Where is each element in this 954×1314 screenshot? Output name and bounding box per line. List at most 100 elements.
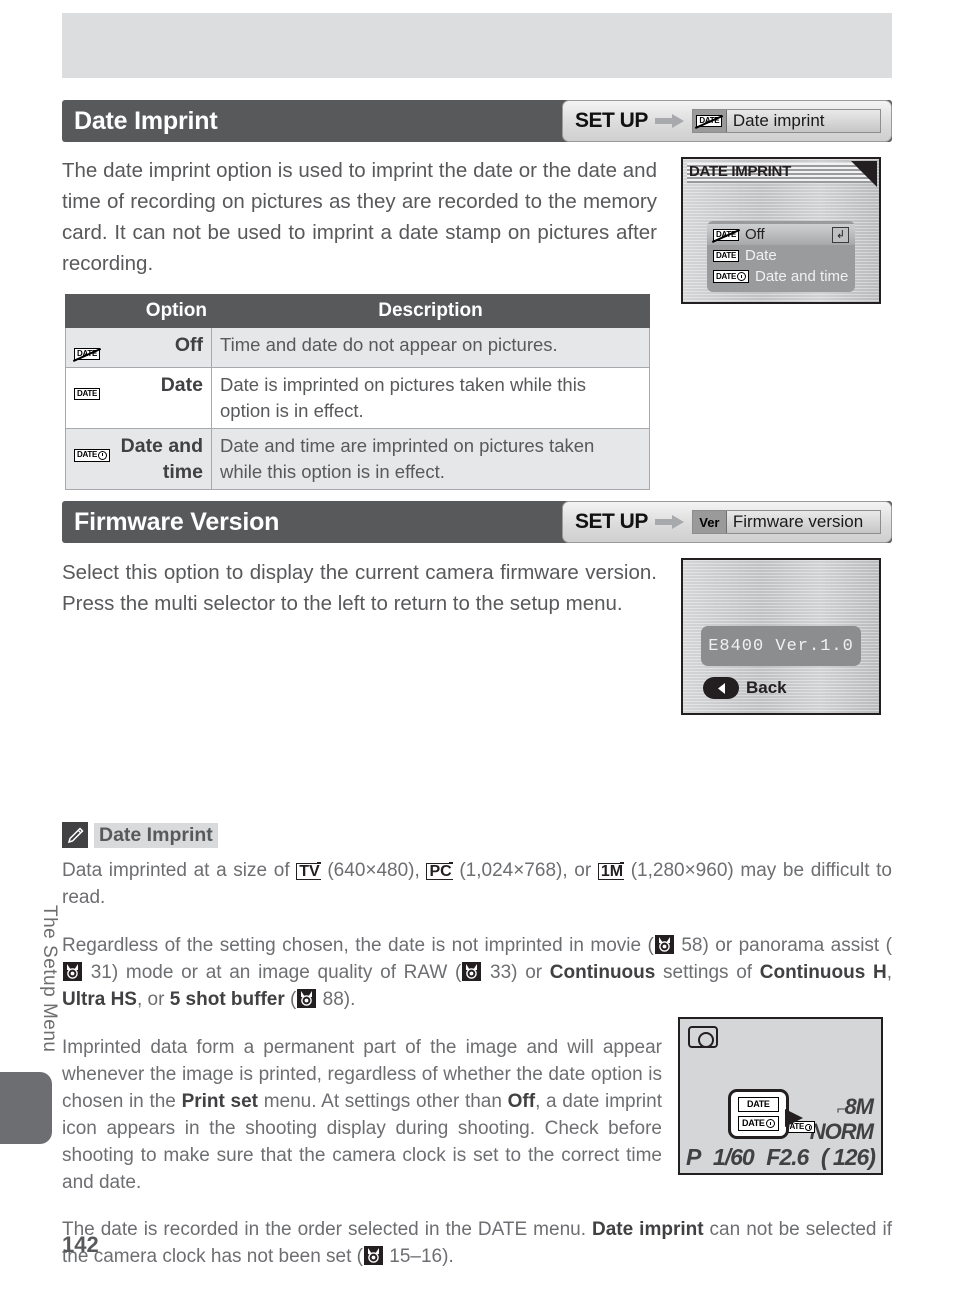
lcd-menu-item-date[interactable]: DATE Date bbox=[707, 245, 855, 266]
menu-name: SET UP bbox=[575, 109, 648, 132]
option-label: Date and time bbox=[120, 435, 203, 483]
aperture-value: F2.6 bbox=[766, 1144, 809, 1170]
arrow-right-icon bbox=[654, 113, 685, 129]
page-reference-icon bbox=[654, 935, 674, 954]
exposure-mode: P bbox=[686, 1144, 701, 1170]
left-arrow-icon bbox=[703, 677, 739, 699]
page-reference: 33 bbox=[461, 962, 511, 983]
lcd-corner-fold-icon bbox=[851, 161, 877, 187]
lcd-screenshot-date-imprint: DATE IMPRINT DATE Off ↲ DATE Date DATE D… bbox=[681, 157, 881, 304]
callout-bubble: DATE DATE bbox=[728, 1089, 803, 1139]
firmware-version-value: E8400 Ver.1.0 bbox=[701, 626, 861, 666]
section-header-firmware-version: Firmware Version SET UP Ver Firmware ver… bbox=[62, 501, 892, 543]
options-table: Option Description DATE Off Time and dat… bbox=[65, 294, 650, 490]
date-icon: DATE bbox=[738, 1097, 779, 1112]
image-size-icon: 1M bbox=[597, 862, 625, 880]
page-title: Date Imprint bbox=[74, 106, 218, 135]
image-size-label: ⌐8M bbox=[836, 1094, 874, 1119]
date-off-icon: DATE bbox=[74, 337, 100, 363]
lcd-back-control[interactable]: Back bbox=[703, 677, 787, 699]
menu-name: SET UP bbox=[575, 510, 648, 533]
lcd-menu-list: DATE Off ↲ DATE Date DATE Date and time bbox=[707, 221, 855, 292]
note-paragraph-4: The date is recorded in the order select… bbox=[62, 1219, 892, 1267]
option-label: Off bbox=[174, 334, 203, 356]
cell-description-date-and-time: Date and time are imprinted on pictures … bbox=[211, 428, 650, 490]
image-quality-label: NORM bbox=[809, 1119, 874, 1144]
date-icon: DATE bbox=[713, 249, 739, 262]
section-date-imprint: Date Imprint SET UP DATE Date imprint Th… bbox=[62, 100, 892, 490]
cell-description-date: Date is imprinted on pictures taken whil… bbox=[211, 367, 650, 429]
column-header-description: Description bbox=[211, 294, 650, 328]
arrow-right-icon bbox=[654, 514, 685, 530]
section-body-date-imprint: The date imprint option is used to impri… bbox=[62, 159, 657, 275]
page-reference-icon bbox=[462, 962, 482, 981]
note-title: Date Imprint bbox=[94, 822, 218, 848]
page-number: 142 bbox=[62, 1232, 99, 1257]
page-reference: 88 bbox=[296, 989, 344, 1010]
image-size-icon: PC bbox=[426, 862, 453, 880]
date-off-icon: DATE bbox=[713, 228, 739, 241]
shooting-quality-indicators: ⌐8M NORM bbox=[809, 1094, 874, 1144]
emphasis-text: Continuous H bbox=[759, 962, 887, 983]
menu-item-label: Date imprint bbox=[732, 111, 825, 130]
enter-icon: ↲ bbox=[832, 226, 849, 243]
section-body-firmware-version: Select this option to display the curren… bbox=[62, 561, 657, 615]
section-firmware-version: Firmware Version SET UP Ver Firmware ver… bbox=[62, 501, 892, 715]
note-paragraph-2: Regardless of the setting chosen, the da… bbox=[62, 935, 892, 1010]
version-icon: Ver bbox=[692, 511, 727, 533]
table-row: DATE Off Time and date do not appear on … bbox=[65, 327, 650, 368]
page-title: Firmware Version bbox=[74, 507, 280, 536]
page-reference-icon bbox=[297, 989, 317, 1008]
cell-option-date: DATE Date bbox=[65, 367, 212, 429]
page-top-band bbox=[62, 13, 892, 78]
note-paragraph-1: Data imprinted at a size of TV (640×480)… bbox=[62, 860, 892, 908]
page-reference-icon bbox=[364, 1246, 383, 1265]
table-row: DATE Date and time Date and time are imp… bbox=[65, 428, 650, 490]
menu-path-badge-date-imprint: SET UP DATE Date imprint bbox=[562, 100, 892, 142]
note-header: Date Imprint bbox=[62, 822, 892, 848]
shutter-speed: 1/60 bbox=[712, 1144, 755, 1170]
section-side-label: The Setup Menu bbox=[39, 905, 60, 1053]
lcd-title: DATE IMPRINT bbox=[689, 163, 791, 180]
cell-description-off: Time and date do not appear on pictures. bbox=[211, 327, 650, 368]
section-header-date-imprint: Date Imprint SET UP DATE Date imprint bbox=[62, 100, 892, 142]
menu-item-label: Firmware version bbox=[732, 512, 864, 531]
cell-option-date-and-time: DATE Date and time bbox=[65, 428, 212, 490]
lcd-menu-item-label: Off bbox=[744, 226, 765, 243]
emphasis-text: Off bbox=[507, 1091, 536, 1112]
back-label: Back bbox=[746, 678, 787, 697]
lcd-menu-item-label: Date bbox=[744, 247, 777, 264]
menu-item-pill: Ver Firmware version bbox=[691, 510, 881, 534]
pencil-icon bbox=[62, 822, 88, 848]
option-label: Date bbox=[160, 374, 203, 396]
table-row: DATE Date Date is imprinted on pictures … bbox=[65, 367, 650, 429]
date-time-icon: DATE bbox=[713, 270, 749, 283]
image-size-icon: TV bbox=[296, 862, 322, 880]
date-icon: DATE bbox=[74, 377, 100, 403]
note-paragraph-3: Imprinted data form a permanent part of … bbox=[62, 1037, 662, 1193]
emphasis-text: 5 shot buffer bbox=[169, 989, 285, 1010]
cell-option-off: DATE Off bbox=[65, 327, 212, 368]
lcd-menu-item-date-and-time[interactable]: DATE Date and time bbox=[707, 266, 855, 287]
table-header-row: Option Description bbox=[65, 294, 650, 328]
emphasis-text: Print set bbox=[181, 1091, 258, 1112]
emphasis-text: Date imprint bbox=[591, 1219, 704, 1240]
column-header-option: Option bbox=[65, 294, 212, 328]
camera-icon bbox=[688, 1026, 718, 1048]
date-off-icon: DATE bbox=[692, 110, 727, 132]
emphasis-text: Ultra HS bbox=[62, 989, 137, 1010]
shooting-exposure-info: P 1/60 F2.6 ( 126) bbox=[686, 1144, 876, 1171]
lcd-menu-item-label: Date and time bbox=[754, 268, 849, 285]
section-side-tab bbox=[0, 1072, 52, 1144]
date-time-icon: DATE bbox=[74, 438, 110, 464]
page-reference: 31 bbox=[62, 962, 112, 983]
emphasis-text: Continuous bbox=[549, 962, 656, 983]
date-time-icon: DATE bbox=[738, 1116, 779, 1131]
menu-path-badge-firmware-version: SET UP Ver Firmware version bbox=[562, 501, 892, 543]
lcd-menu-item-off[interactable]: DATE Off ↲ bbox=[707, 224, 855, 245]
page-reference-icon bbox=[63, 962, 82, 981]
page-reference: 58 bbox=[654, 935, 702, 956]
frames-remaining: ( 126) bbox=[820, 1144, 876, 1170]
page-reference: 15–16 bbox=[363, 1246, 442, 1267]
lcd-screenshot-firmware-version: E8400 Ver.1.0 Back bbox=[681, 558, 881, 715]
